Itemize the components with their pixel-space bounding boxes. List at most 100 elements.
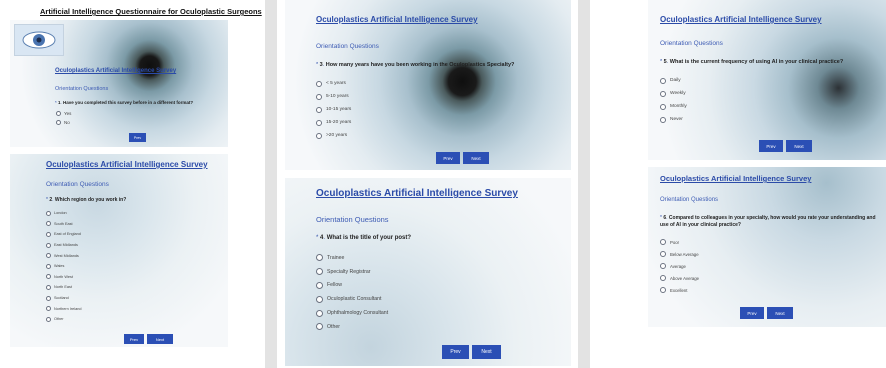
option-weekly[interactable]: Weekly: [660, 87, 687, 100]
survey-screen-2: Oculoplastics Artificial Intelligence Su…: [10, 154, 228, 347]
radio-button[interactable]: [46, 231, 51, 237]
radio-button[interactable]: [46, 210, 51, 216]
answer-options: Daily Weekly Monthly Never: [660, 74, 687, 126]
radio-button[interactable]: [46, 221, 51, 227]
option-yes[interactable]: Yes: [56, 109, 71, 118]
radio-button[interactable]: [46, 316, 51, 322]
radio-button[interactable]: [316, 309, 323, 317]
radio-button[interactable]: [660, 275, 666, 281]
option-over-20-years[interactable]: >20 years: [316, 129, 351, 142]
option-scotland[interactable]: Scotland: [46, 293, 81, 304]
next-button[interactable]: Next: [147, 334, 173, 344]
option-excellent[interactable]: Excellent: [660, 284, 699, 296]
option-daily[interactable]: Daily: [660, 74, 687, 87]
answer-options: London South East East of England East M…: [46, 208, 81, 325]
prev-button[interactable]: Prev: [436, 152, 460, 164]
option-above-average[interactable]: Above Average: [660, 272, 699, 284]
answer-options: < 5 years 5-10 years 10-15 years 15-20 y…: [316, 77, 351, 142]
question-text: * 4. What is the title of your post?: [316, 235, 412, 241]
next-button[interactable]: Next: [472, 345, 501, 359]
radio-button[interactable]: [316, 93, 322, 100]
option-northern-ireland[interactable]: Northern Ireland: [46, 303, 81, 314]
radio-button[interactable]: [660, 251, 666, 257]
option-15-20-years[interactable]: 15-20 years: [316, 116, 351, 129]
next-button[interactable]: Next: [767, 307, 793, 319]
radio-button[interactable]: [660, 77, 666, 84]
option-east-midlands[interactable]: East Midlands: [46, 240, 81, 251]
option-never[interactable]: Never: [660, 113, 687, 126]
radio-button[interactable]: [46, 253, 51, 259]
option-north-east[interactable]: North East: [46, 282, 81, 293]
option-other[interactable]: Other: [46, 314, 81, 325]
option-east-of-england[interactable]: East of England: [46, 229, 81, 240]
survey-title: Oculoplastics Artificial Intelligence Su…: [660, 15, 822, 24]
answer-options: Poor Below Average Average Above Average…: [660, 236, 699, 296]
prev-button[interactable]: Prev: [740, 307, 764, 319]
radio-button[interactable]: [316, 119, 322, 126]
option-10-15-years[interactable]: 10-15 years: [316, 103, 351, 116]
radio-button[interactable]: [46, 295, 51, 301]
next-button[interactable]: Next: [463, 152, 489, 164]
answer-options: Yes No: [56, 109, 71, 127]
option-oculoplastic-consultant[interactable]: Oculoplastic Consultant: [316, 292, 388, 306]
document-page-2: Oculoplastics Artificial Intelligence Su…: [277, 0, 578, 368]
section-heading: Orientation Questions: [660, 197, 719, 203]
option-ophthalmology-consultant[interactable]: Ophthalmology Consultant: [316, 306, 388, 320]
prev-button[interactable]: Prev: [759, 140, 783, 152]
radio-button[interactable]: [56, 111, 61, 116]
prev-button[interactable]: Prev: [129, 133, 146, 142]
radio-button[interactable]: [316, 268, 323, 276]
radio-button[interactable]: [660, 90, 666, 97]
next-button[interactable]: Next: [786, 140, 812, 152]
survey-title: Oculoplastics Artificial Intelligence Su…: [316, 15, 478, 24]
radio-button[interactable]: [660, 287, 666, 293]
radio-button[interactable]: [46, 274, 51, 280]
option-5-10-years[interactable]: 5-10 years: [316, 90, 351, 103]
radio-button[interactable]: [660, 239, 666, 245]
option-specialty-registrar[interactable]: Specialty Registrar: [316, 265, 388, 279]
section-heading: Orientation Questions: [55, 86, 109, 92]
option-north-west[interactable]: North West: [46, 272, 81, 283]
option-wales[interactable]: Wales: [46, 261, 81, 272]
radio-button[interactable]: [660, 116, 666, 123]
radio-button[interactable]: [46, 263, 51, 269]
radio-button[interactable]: [316, 106, 322, 113]
option-other[interactable]: Other: [316, 320, 388, 334]
option-west-midlands[interactable]: West Midlands: [46, 250, 81, 261]
radio-button[interactable]: [316, 281, 323, 289]
radio-button[interactable]: [316, 295, 323, 303]
radio-button[interactable]: [316, 254, 323, 262]
question-text: * 6. Compared to colleagues in your spec…: [660, 215, 876, 228]
survey-title: Oculoplastics Artificial Intelligence Su…: [316, 188, 518, 199]
prev-button[interactable]: Prev: [442, 345, 469, 359]
section-heading: Orientation Questions: [660, 40, 723, 47]
option-fellow[interactable]: Fellow: [316, 279, 388, 293]
radio-button[interactable]: [316, 132, 322, 139]
prev-button[interactable]: Prev: [124, 334, 144, 344]
option-poor[interactable]: Poor: [660, 236, 699, 248]
option-monthly[interactable]: Monthly: [660, 100, 687, 113]
section-heading: Orientation Questions: [46, 181, 109, 188]
radio-button[interactable]: [56, 120, 61, 125]
page-separator: [265, 0, 277, 368]
page-separator: [578, 0, 590, 368]
radio-button[interactable]: [660, 103, 666, 110]
document-title: Artificial Intelligence Questionnaire fo…: [40, 7, 262, 16]
option-average[interactable]: Average: [660, 260, 699, 272]
survey-screen-3: Oculoplastics Artificial Intelligence Su…: [285, 0, 571, 170]
option-under-5-years[interactable]: < 5 years: [316, 77, 351, 90]
radio-button[interactable]: [46, 284, 51, 290]
option-below-average[interactable]: Below Average: [660, 248, 699, 260]
option-south-east[interactable]: South East: [46, 219, 81, 230]
option-trainee[interactable]: Trainee: [316, 251, 388, 265]
question-text: * 1. Have you completed this survey befo…: [55, 100, 194, 105]
radio-button[interactable]: [46, 306, 51, 312]
option-london[interactable]: London: [46, 208, 81, 219]
survey-screen-5: Oculoplastics Artificial Intelligence Su…: [648, 0, 886, 160]
radio-button[interactable]: [316, 323, 323, 331]
option-no[interactable]: No: [56, 118, 71, 127]
radio-button[interactable]: [316, 80, 322, 87]
radio-button[interactable]: [660, 263, 666, 269]
survey-screen-1: Oculoplastics Artificial Intelligence Su…: [10, 20, 228, 147]
radio-button[interactable]: [46, 242, 51, 248]
